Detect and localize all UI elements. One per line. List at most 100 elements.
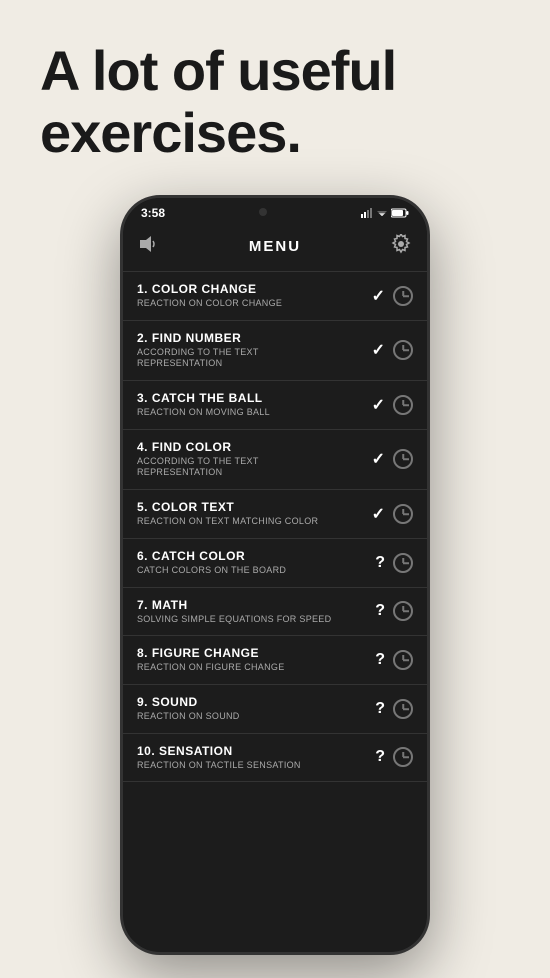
completed-icon: ✓ — [372, 286, 385, 306]
volume-up-button — [120, 348, 122, 398]
unknown-icon: ? — [375, 602, 385, 620]
exercise-info: 1. COLOR CHANGE REACTION ON COLOR CHANGE — [137, 282, 372, 310]
exercise-actions: ✓ — [372, 504, 413, 524]
exercise-title: 3. CATCH THE BALL — [137, 391, 372, 405]
clock-hand-minute — [403, 513, 409, 515]
exercise-title: 4. FIND COLOR — [137, 440, 372, 454]
exercise-item-7[interactable]: 7. MATH SOLVING SIMPLE EQUATIONS FOR SPE… — [123, 588, 427, 637]
exercise-info: 8. FIGURE CHANGE REACTION ON FIGURE CHAN… — [137, 646, 375, 674]
clock-hand-minute — [403, 659, 409, 661]
unknown-icon: ? — [375, 748, 385, 766]
volume-silent-button — [120, 298, 122, 333]
exercise-subtitle: ACCORDING TO THE TEXTREPRESENTATION — [137, 456, 372, 479]
history-icon[interactable] — [393, 340, 413, 360]
completed-icon: ✓ — [372, 395, 385, 415]
status-bar: 3:58 — [123, 198, 427, 224]
history-icon[interactable] — [393, 449, 413, 469]
history-icon[interactable] — [393, 601, 413, 621]
exercise-item-3[interactable]: 3. CATCH THE BALL REACTION ON MOVING BAL… — [123, 381, 427, 430]
exercise-actions: ✓ — [372, 286, 413, 306]
exercise-title: 10. SENSATION — [137, 744, 375, 758]
exercise-item-10[interactable]: 10. SENSATION REACTION ON TACTILE SENSAT… — [123, 734, 427, 783]
exercise-title: 9. SOUND — [137, 695, 375, 709]
camera-dot — [259, 208, 267, 216]
top-nav: MENU — [123, 224, 427, 267]
completed-icon: ✓ — [372, 340, 385, 360]
clock-hand-minute — [403, 757, 409, 759]
exercise-subtitle: REACTION ON TACTILE SENSATION — [137, 760, 375, 772]
phone-mockup: 3:58 — [120, 195, 430, 955]
exercise-title: 8. FIGURE CHANGE — [137, 646, 375, 660]
exercise-actions: ✓ — [372, 449, 413, 469]
settings-icon[interactable] — [391, 234, 411, 259]
exercise-actions: ? — [375, 601, 413, 621]
history-icon[interactable] — [393, 553, 413, 573]
exercise-subtitle: REACTION ON FIGURE CHANGE — [137, 662, 375, 674]
exercise-actions: ✓ — [372, 395, 413, 415]
exercise-info: 7. MATH SOLVING SIMPLE EQUATIONS FOR SPE… — [137, 598, 375, 626]
history-icon[interactable] — [393, 504, 413, 524]
status-icons — [361, 208, 409, 218]
title-line1: A lot of useful — [40, 39, 396, 102]
exercise-item-9[interactable]: 9. SOUND REACTION ON SOUND ? — [123, 685, 427, 734]
exercise-subtitle: REACTION ON SOUND — [137, 711, 375, 723]
unknown-icon: ? — [375, 554, 385, 572]
exercise-item-8[interactable]: 8. FIGURE CHANGE REACTION ON FIGURE CHAN… — [123, 636, 427, 685]
exercise-actions: ? — [375, 650, 413, 670]
exercise-info: 2. FIND NUMBER ACCORDING TO THE TEXTREPR… — [137, 331, 372, 370]
history-icon[interactable] — [393, 650, 413, 670]
clock-hand-minute — [403, 708, 409, 710]
signal-icon — [361, 208, 373, 218]
history-icon[interactable] — [393, 395, 413, 415]
exercise-actions: ? — [375, 553, 413, 573]
volume-down-button — [120, 413, 122, 463]
exercise-title: 7. MATH — [137, 598, 375, 612]
exercise-item-5[interactable]: 5. COLOR TEXT REACTION ON TEXT MATCHING … — [123, 490, 427, 539]
volume-icon[interactable] — [139, 235, 159, 258]
clock-hand-minute — [403, 295, 409, 297]
exercise-subtitle: ACCORDING TO THE TEXTREPRESENTATION — [137, 347, 372, 370]
exercise-title: 1. COLOR CHANGE — [137, 282, 372, 296]
exercise-item-4[interactable]: 4. FIND COLOR ACCORDING TO THE TEXTREPRE… — [123, 430, 427, 490]
exercise-actions: ✓ — [372, 340, 413, 360]
exercise-item-6[interactable]: 6. CATCH COLOR CATCH COLORS ON THE BOARD… — [123, 539, 427, 588]
completed-icon: ✓ — [372, 504, 385, 524]
power-button — [428, 318, 430, 378]
exercise-title: 6. CATCH COLOR — [137, 549, 375, 563]
exercise-subtitle: REACTION ON COLOR CHANGE — [137, 298, 372, 310]
exercise-subtitle: CATCH COLORS ON THE BOARD — [137, 565, 375, 577]
clock-hand-minute — [403, 611, 409, 613]
clock-hand-minute — [403, 350, 409, 352]
exercise-subtitle: SOLVING SIMPLE EQUATIONS FOR SPEED — [137, 614, 375, 626]
exercise-info: 3. CATCH THE BALL REACTION ON MOVING BAL… — [137, 391, 372, 419]
exercise-info: 4. FIND COLOR ACCORDING TO THE TEXTREPRE… — [137, 440, 372, 479]
exercise-list: 1. COLOR CHANGE REACTION ON COLOR CHANGE… — [123, 267, 427, 931]
exercise-title: 2. FIND NUMBER — [137, 331, 372, 345]
exercise-info: 6. CATCH COLOR CATCH COLORS ON THE BOARD — [137, 549, 375, 577]
title-line2: exercises. — [40, 101, 301, 164]
history-icon[interactable] — [393, 286, 413, 306]
clock-hand-minute — [403, 562, 409, 564]
exercise-subtitle: REACTION ON TEXT MATCHING COLOR — [137, 516, 372, 528]
exercise-info: 10. SENSATION REACTION ON TACTILE SENSAT… — [137, 744, 375, 772]
phone-frame: 3:58 — [120, 195, 430, 955]
exercise-item-2[interactable]: 2. FIND NUMBER ACCORDING TO THE TEXTREPR… — [123, 321, 427, 381]
menu-title: MENU — [249, 238, 301, 255]
clock-hand-minute — [403, 459, 409, 461]
exercise-item-1[interactable]: 1. COLOR CHANGE REACTION ON COLOR CHANGE… — [123, 271, 427, 321]
exercise-actions: ? — [375, 699, 413, 719]
clock-hand-minute — [403, 404, 409, 406]
exercise-actions: ? — [375, 747, 413, 767]
camera-area — [259, 208, 267, 216]
wifi-icon — [377, 209, 387, 217]
exercise-info: 5. COLOR TEXT REACTION ON TEXT MATCHING … — [137, 500, 372, 528]
unknown-icon: ? — [375, 700, 385, 718]
exercise-subtitle: REACTION ON MOVING BALL — [137, 407, 372, 419]
phone-screen: 3:58 — [123, 198, 427, 952]
history-icon[interactable] — [393, 747, 413, 767]
unknown-icon: ? — [375, 651, 385, 669]
completed-icon: ✓ — [372, 449, 385, 469]
page-title: A lot of useful exercises. — [40, 40, 510, 163]
history-icon[interactable] — [393, 699, 413, 719]
status-time: 3:58 — [141, 206, 165, 220]
